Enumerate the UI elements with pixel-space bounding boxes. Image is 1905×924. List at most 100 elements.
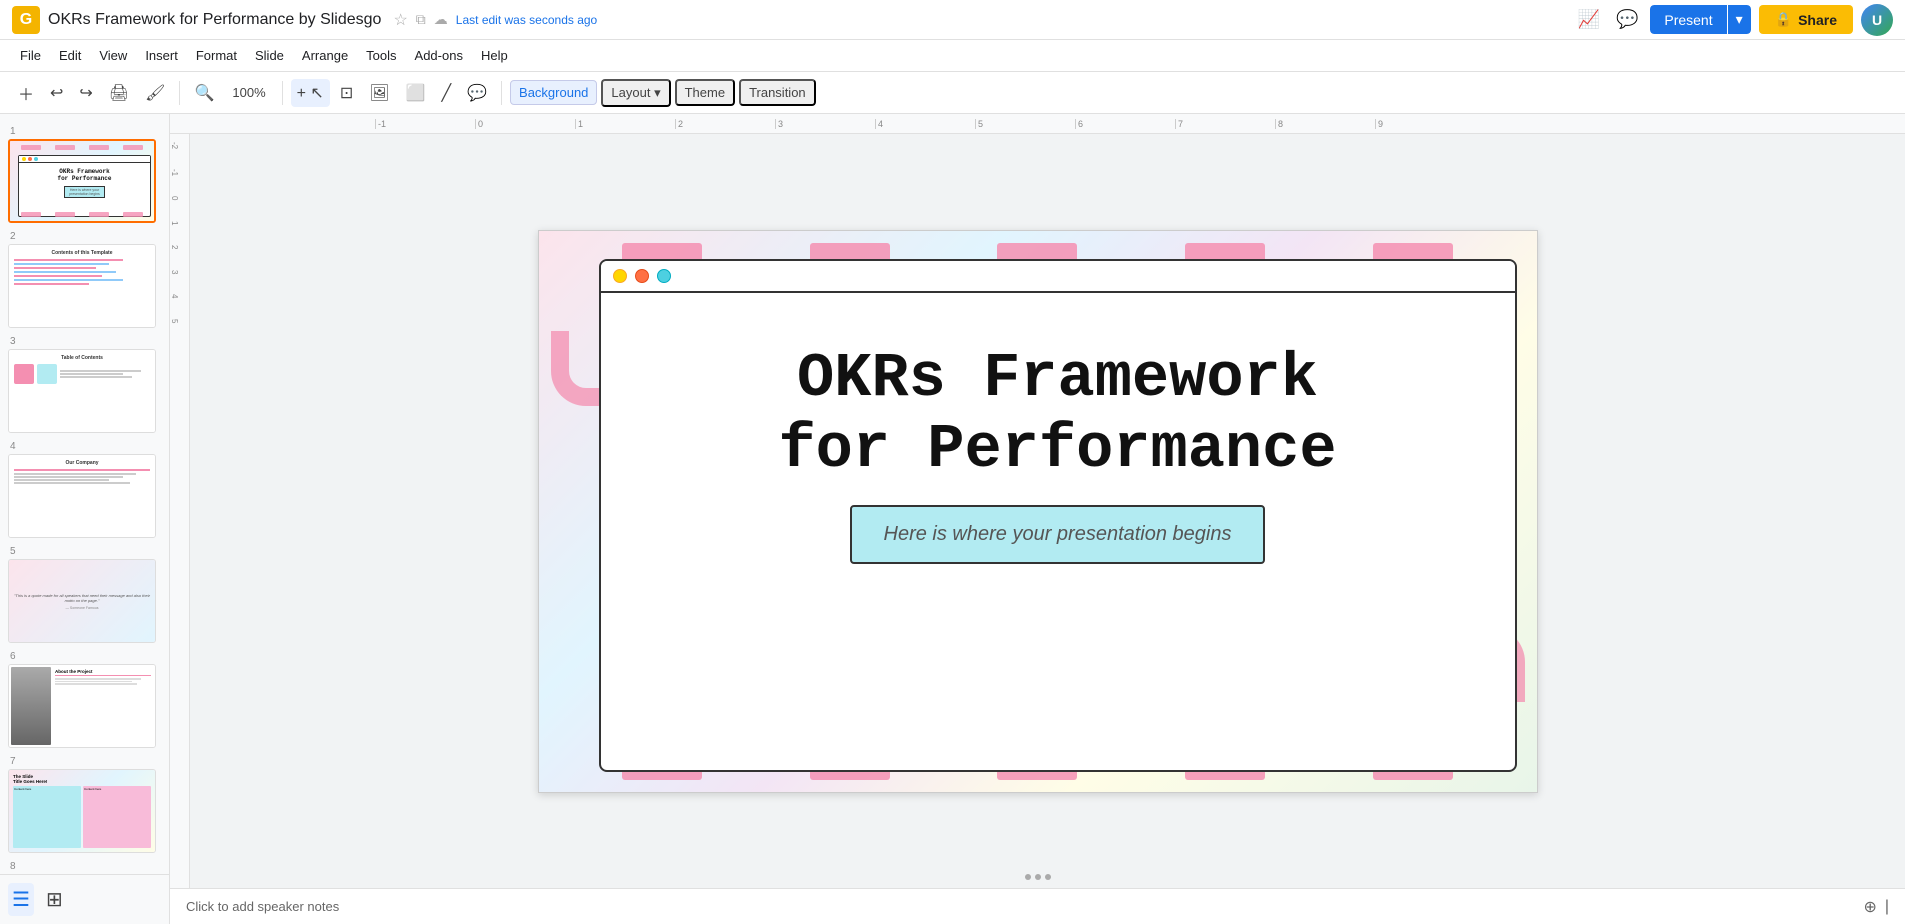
slide-thumb-7[interactable]: 7 The SlideTitle Goes Here! Content here… xyxy=(0,752,169,857)
main-area: 1 xyxy=(0,114,1905,924)
menu-help[interactable]: Help xyxy=(473,44,516,67)
slide-main-title: OKRs Frameworkfor Performance xyxy=(778,343,1336,486)
slide-thumbnail-7[interactable]: The SlideTitle Goes Here! Content here C… xyxy=(8,769,156,853)
speaker-notes[interactable]: Click to add speaker notes xyxy=(186,899,1855,914)
menu-view[interactable]: View xyxy=(91,44,135,67)
slide-thumb-2[interactable]: 2 Contents of this Template xyxy=(0,227,169,332)
toolbar-divider-3 xyxy=(501,81,502,105)
ruler-mark: 3 xyxy=(775,119,875,129)
slide-thumbnail-6[interactable]: About the Project xyxy=(8,664,156,748)
slide-number-5: 5 xyxy=(8,546,161,557)
analytics-icon[interactable]: 📈 xyxy=(1574,5,1604,34)
slide-thumb-3[interactable]: 3 Table of Contents xyxy=(0,332,169,437)
toolbar-divider-1 xyxy=(179,81,180,105)
slide-thumb-5[interactable]: 5 "This is a quote made for all speakers… xyxy=(0,542,169,647)
slide-number-2: 2 xyxy=(8,231,161,242)
browser-dot-yellow xyxy=(613,269,627,283)
editor-area: -1 0 1 2 3 4 5 6 7 8 9 -2 -1 0 1 2 xyxy=(170,114,1905,924)
menu-bar: File Edit View Insert Format Slide Arran… xyxy=(0,40,1905,72)
slide-thumbnail-4[interactable]: Our Company xyxy=(8,454,156,538)
ruler-mark: 8 xyxy=(1275,119,1375,129)
star-icon[interactable]: ☆ xyxy=(393,10,407,30)
add-slide-button[interactable]: ＋ xyxy=(12,77,40,109)
ruler-mark: 4 xyxy=(875,119,975,129)
main-slide[interactable]: OKRs Frameworkfor Performance Here is wh… xyxy=(538,230,1538,793)
folder-icon[interactable]: ⧉ xyxy=(416,11,426,28)
toolbar: ＋ ↩ ↪ 🖨 🖌 🔍 100% + ↖ ⊡ 🖼 ⬜ ╱ 💬 Backgroun… xyxy=(0,72,1905,114)
slide-thumb-8[interactable]: 8 Stop,Start,Proceed xyxy=(0,857,169,874)
doc-title: OKRs Framework for Performance by Slides… xyxy=(48,11,381,29)
top-right-actions: 📈 💬 Present ▾ 🔒 Share U xyxy=(1574,4,1893,36)
expand-dot xyxy=(1035,874,1041,880)
ruler-horizontal: -1 0 1 2 3 4 5 6 7 8 9 xyxy=(170,114,1905,134)
slide-panel: 1 xyxy=(0,114,170,874)
zoom-level[interactable]: 100% xyxy=(224,81,273,104)
avatar[interactable]: U xyxy=(1861,4,1893,36)
comment-button[interactable]: 💬 xyxy=(461,79,493,107)
slide-number-3: 3 xyxy=(8,336,161,347)
slide-thumb-4[interactable]: 4 Our Company xyxy=(0,437,169,542)
slide-subtitle-text: Here is where your presentation begins xyxy=(884,523,1232,546)
slide-thumbnail-5[interactable]: "This is a quote made for all speakers t… xyxy=(8,559,156,643)
browser-content[interactable]: OKRs Frameworkfor Performance Here is wh… xyxy=(601,293,1515,760)
transition-button[interactable]: Transition xyxy=(739,79,816,106)
menu-arrange[interactable]: Arrange xyxy=(294,44,356,67)
menu-insert[interactable]: Insert xyxy=(137,44,186,67)
left-curve-deco xyxy=(551,331,606,406)
slide-number-7: 7 xyxy=(8,756,161,767)
app-logo-letter: G xyxy=(20,11,32,29)
menu-addons[interactable]: Add-ons xyxy=(407,44,471,67)
share-button[interactable]: 🔒 Share xyxy=(1759,5,1853,34)
title-bar: G OKRs Framework for Performance by Slid… xyxy=(0,0,1905,40)
lock-icon: 🔒 xyxy=(1775,11,1792,28)
slide-canvas-area: -2 -1 0 1 2 3 4 5 xyxy=(170,134,1905,888)
ruler-mark: 6 xyxy=(1075,119,1175,129)
ruler-mark: 9 xyxy=(1375,119,1475,129)
zoom-out-button[interactable]: 🔍 xyxy=(188,79,220,107)
paint-format-button[interactable]: 🖌 xyxy=(139,79,171,107)
lines-button[interactable]: ╱ xyxy=(435,79,457,107)
present-button[interactable]: Present xyxy=(1650,5,1726,34)
slide-subtitle-box[interactable]: Here is where your presentation begins xyxy=(850,505,1266,564)
last-edit-link[interactable]: Last edit was seconds ago xyxy=(456,13,597,27)
ruler-mark: 7 xyxy=(1175,119,1275,129)
print-button[interactable]: 🖨 xyxy=(103,79,135,107)
browser-window: OKRs Frameworkfor Performance Here is wh… xyxy=(599,259,1517,772)
cloud-icon[interactable]: ☁ xyxy=(434,11,448,28)
ruler-mark: 5 xyxy=(975,119,1075,129)
slide-thumbnail-1[interactable]: OKRs Frameworkfor Performance Here is wh… xyxy=(8,139,156,223)
menu-edit[interactable]: Edit xyxy=(51,44,89,67)
textbox-button[interactable]: ⊡ xyxy=(334,79,359,107)
theme-button[interactable]: Theme xyxy=(675,79,735,106)
slide-thumb-1[interactable]: 1 xyxy=(0,122,169,227)
expand-dot xyxy=(1045,874,1051,880)
slide-thumbnail-2[interactable]: Contents of this Template xyxy=(8,244,156,328)
slide-thumbnail-3[interactable]: Table of Contents xyxy=(8,349,156,433)
image-button[interactable]: 🖼 xyxy=(363,79,395,107)
ruler-mark: -1 xyxy=(375,119,475,129)
present-dropdown-button[interactable]: ▾ xyxy=(1727,5,1751,34)
status-bar: Click to add speaker notes ⊕ | xyxy=(170,888,1905,924)
menu-tools[interactable]: Tools xyxy=(358,44,404,67)
slide-thumb-6[interactable]: 6 About the Project xyxy=(0,647,169,752)
status-right: ⊕ | xyxy=(1863,897,1889,917)
browser-dot-teal xyxy=(657,269,671,283)
layout-button[interactable]: Layout ▾ xyxy=(601,79,670,107)
expand-dot xyxy=(1025,874,1031,880)
undo-button[interactable]: ↩ xyxy=(44,79,69,107)
ruler-mark: 1 xyxy=(575,119,675,129)
comments-icon[interactable]: 💬 xyxy=(1612,5,1642,34)
shapes-button[interactable]: ⬜ xyxy=(400,79,432,107)
add-note-icon[interactable]: ⊕ xyxy=(1863,897,1876,917)
list-view-icon[interactable]: ☰ xyxy=(8,883,34,916)
redo-button[interactable]: ↪ xyxy=(73,79,98,107)
select-tool[interactable]: + ↖ xyxy=(291,79,330,107)
app-logo: G xyxy=(12,6,40,34)
menu-file[interactable]: File xyxy=(12,44,49,67)
menu-format[interactable]: Format xyxy=(188,44,245,67)
slide-number-1: 1 xyxy=(8,126,161,137)
background-button[interactable]: Background xyxy=(510,80,597,105)
grid-view-icon[interactable]: ⊞ xyxy=(42,883,67,916)
menu-slide[interactable]: Slide xyxy=(247,44,292,67)
slide-number-8: 8 xyxy=(8,861,161,872)
